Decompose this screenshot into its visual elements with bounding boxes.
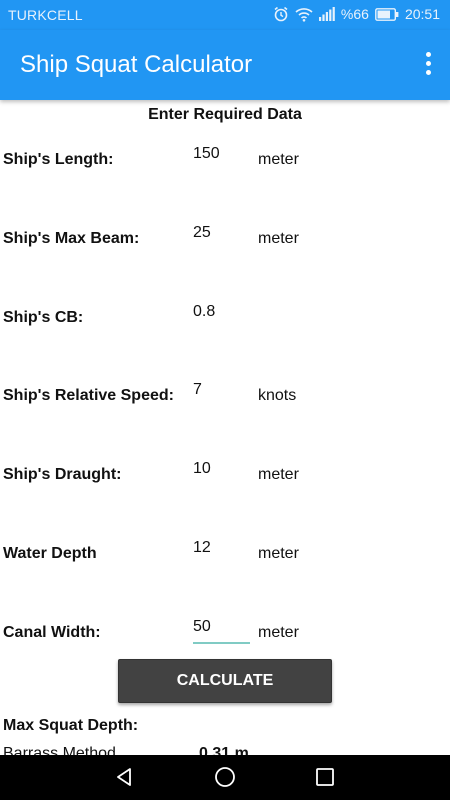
field-row-water-depth: Water Depth 12 meter <box>0 535 450 575</box>
field-label: Ship's Length: <box>3 151 114 168</box>
field-unit: meter <box>258 624 299 641</box>
field-row-cb: Ship's CB: 0.8 <box>0 299 450 339</box>
field-label: Canal Width: <box>3 624 101 641</box>
status-bar: TURKCELL %66 20:51 <box>0 0 450 30</box>
canal-width-input[interactable]: 50 <box>193 618 211 636</box>
water-depth-input[interactable]: 12 <box>193 539 211 557</box>
field-row-max-beam: Ship's Max Beam: 25 meter <box>0 220 450 260</box>
field-unit: knots <box>258 387 297 404</box>
field-unit: meter <box>258 230 299 247</box>
field-label: Ship's Draught: <box>3 466 122 483</box>
back-icon[interactable] <box>112 765 136 789</box>
field-unit: meter <box>258 151 299 168</box>
field-row-canal-width: Canal Width: 50 meter <box>0 614 450 654</box>
recents-icon[interactable] <box>313 765 337 789</box>
clock-time: 20:51 <box>404 6 440 22</box>
field-row-relative-speed: Ship's Relative Speed: 7 knots <box>0 377 450 417</box>
max-beam-input[interactable]: 25 <box>193 224 211 242</box>
alarm-icon <box>273 6 289 22</box>
field-unit: meter <box>258 545 299 562</box>
input-focus-underline <box>193 642 250 644</box>
status-icons: %66 20:51 <box>273 6 440 22</box>
results-heading: Max Squat Depth: <box>3 717 139 734</box>
relative-speed-input[interactable]: 7 <box>193 381 202 399</box>
field-row-length: Ship's Length: 150 meter <box>0 141 450 181</box>
carrier-name: TURKCELL <box>8 7 83 23</box>
length-input[interactable]: 150 <box>193 145 220 163</box>
app-bar: Ship Squat Calculator <box>0 30 450 100</box>
navigation-bar <box>0 755 450 800</box>
field-label: Ship's Relative Speed: <box>3 387 174 404</box>
field-label: Ship's CB: <box>3 309 84 326</box>
battery-icon <box>375 7 399 21</box>
overflow-menu-icon[interactable] <box>420 52 436 78</box>
cb-input[interactable]: 0.8 <box>193 303 215 321</box>
app-title: Ship Squat Calculator <box>20 51 253 78</box>
field-label: Ship's Max Beam: <box>3 230 140 247</box>
field-row-draught: Ship's Draught: 10 meter <box>0 456 450 496</box>
signal-icon <box>318 7 335 21</box>
draught-input[interactable]: 10 <box>193 460 211 478</box>
form-heading: Enter Required Data <box>148 106 302 123</box>
field-unit: meter <box>258 466 299 483</box>
home-icon[interactable] <box>213 765 237 789</box>
calculate-button[interactable]: CALCULATE <box>118 659 332 703</box>
wifi-icon <box>295 6 313 22</box>
battery-percent: %66 <box>340 6 369 22</box>
field-label: Water Depth <box>3 545 97 562</box>
